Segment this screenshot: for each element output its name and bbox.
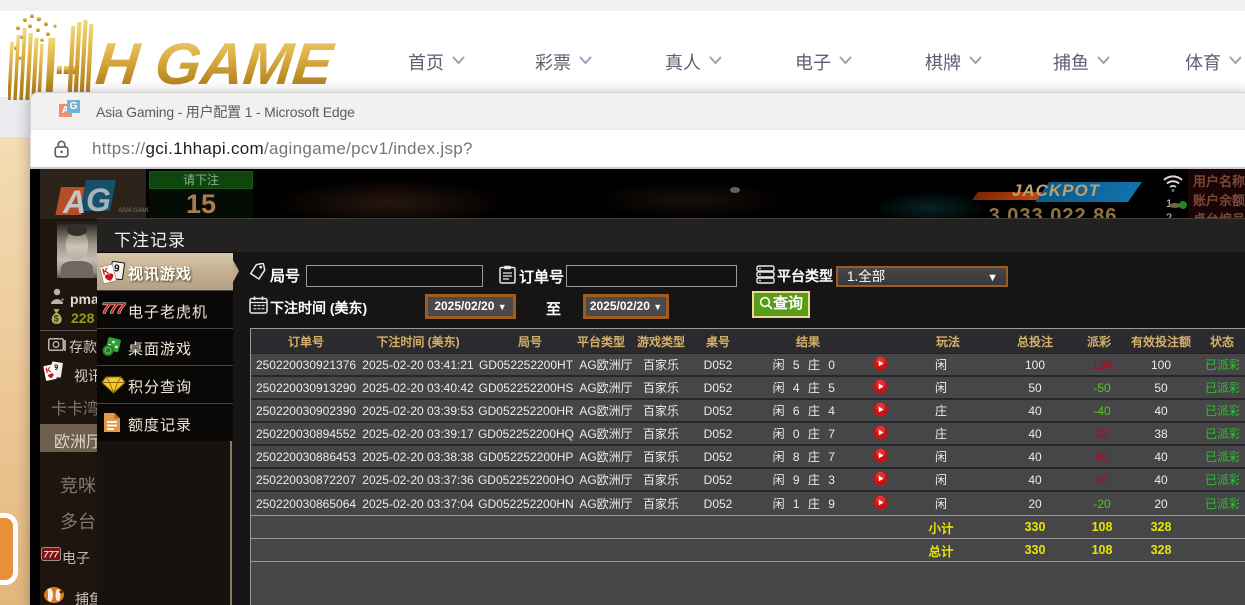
svg-text:777: 777: [44, 550, 60, 560]
svg-text:A: A: [62, 184, 86, 215]
svg-text:$: $: [54, 314, 59, 324]
svg-text:G: G: [86, 182, 111, 215]
svg-text:*: *: [61, 297, 64, 305]
svg-text:H GAME: H GAME: [93, 30, 338, 97]
svg-text:777: 777: [102, 300, 126, 317]
